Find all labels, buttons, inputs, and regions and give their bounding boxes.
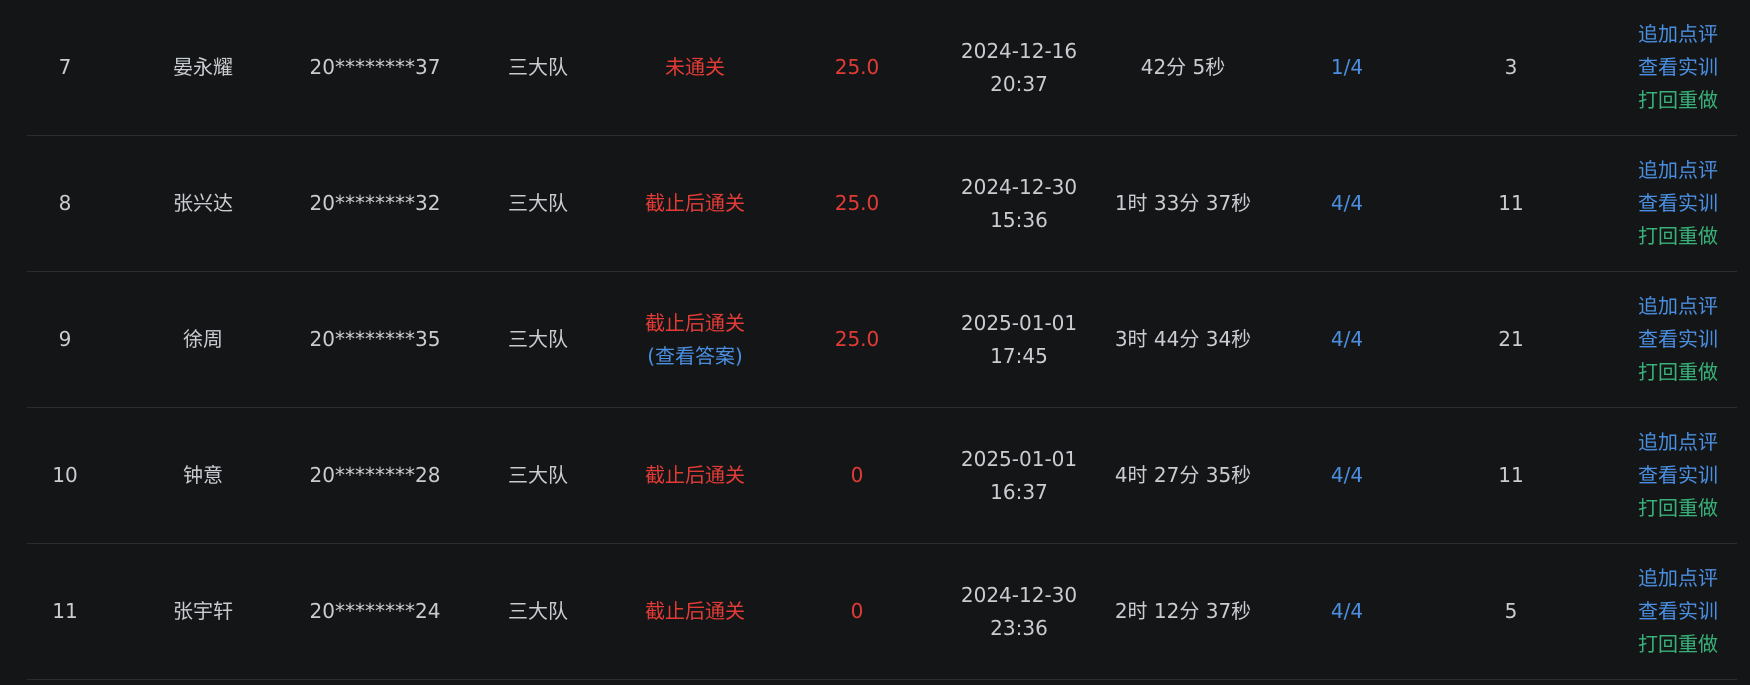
student-id: 20********32 (309, 191, 441, 215)
progress: 1/4 (1330, 55, 1364, 79)
add-comment-link[interactable]: 追加点评 (1638, 426, 1718, 459)
attempt-count: 5 (1504, 599, 1518, 623)
duration: 42分 5秒 (1140, 55, 1226, 79)
status-text: 截止后通关 (645, 599, 745, 623)
submit-time: 2025-01-01 17:45 (937, 272, 1101, 407)
status-cell: 截止后通关 (613, 136, 777, 271)
submit-date: 2024-12-30 (960, 582, 1078, 607)
row-number: 10 (52, 463, 78, 487)
team-name: 三大队 (508, 463, 568, 487)
view-training-link[interactable]: 查看实训 (1638, 595, 1718, 628)
student-name: 钟意 (183, 463, 223, 487)
row-number: 7 (58, 55, 72, 79)
attempt-count: 11 (1498, 191, 1524, 215)
duration: 1时 33分 37秒 (1114, 191, 1252, 215)
view-training-link[interactable]: 查看实训 (1638, 51, 1718, 84)
status-text: 未通关 (665, 55, 725, 79)
redo-link[interactable]: 打回重做 (1638, 628, 1718, 661)
team-name: 三大队 (508, 599, 568, 623)
row-number: 8 (58, 191, 72, 215)
submit-time: 2025-01-01 16:37 (937, 408, 1101, 543)
score: 0 (850, 599, 864, 623)
duration: 4时 27分 35秒 (1114, 463, 1252, 487)
action-group: 追加点评 查看实训 打回重做 (1593, 544, 1750, 679)
row-number: 11 (52, 599, 78, 623)
view-answer-link[interactable]: (查看答案) (647, 340, 743, 373)
table-row: 9 徐周 20********35 三大队 截止后通关 (查看答案) 25.0 … (27, 272, 1737, 408)
submit-clock: 17:45 (990, 343, 1048, 368)
score: 25.0 (834, 191, 880, 215)
submit-date: 2024-12-16 (960, 38, 1078, 63)
submission-table: 7 晏永耀 20********37 三大队 未通关 25.0 2024-12-… (27, 0, 1737, 680)
student-id: 20********24 (309, 599, 441, 623)
status-cell: 截止后通关 (613, 408, 777, 543)
add-comment-link[interactable]: 追加点评 (1638, 18, 1718, 51)
attempt-count: 11 (1498, 463, 1524, 487)
submit-clock: 15:36 (990, 207, 1048, 232)
progress: 4/4 (1330, 463, 1364, 487)
submit-clock: 20:37 (990, 71, 1048, 96)
team-name: 三大队 (508, 191, 568, 215)
duration: 2时 12分 37秒 (1114, 599, 1252, 623)
table-row: 8 张兴达 20********32 三大队 截止后通关 25.0 2024-1… (27, 136, 1737, 272)
status-text: 截止后通关 (645, 310, 745, 335)
attempt-count: 21 (1498, 327, 1524, 351)
student-name: 晏永耀 (173, 55, 233, 79)
score: 0 (850, 463, 864, 487)
add-comment-link[interactable]: 追加点评 (1638, 290, 1718, 323)
action-group: 追加点评 查看实训 打回重做 (1593, 136, 1750, 271)
student-id: 20********37 (309, 55, 441, 79)
submit-time: 2024-12-30 15:36 (937, 136, 1101, 271)
submit-date: 2025-01-01 (960, 310, 1078, 335)
action-group: 追加点评 查看实训 打回重做 (1593, 272, 1750, 407)
attempt-count: 3 (1504, 55, 1518, 79)
view-training-link[interactable]: 查看实训 (1638, 323, 1718, 356)
team-name: 三大队 (508, 327, 568, 351)
redo-link[interactable]: 打回重做 (1638, 220, 1718, 253)
view-training-link[interactable]: 查看实训 (1638, 459, 1718, 492)
team-name: 三大队 (508, 55, 568, 79)
status-cell: 截止后通关 (查看答案) (613, 272, 777, 407)
submit-clock: 23:36 (990, 615, 1048, 640)
action-group: 追加点评 查看实训 打回重做 (1593, 0, 1750, 135)
table-row: 7 晏永耀 20********37 三大队 未通关 25.0 2024-12-… (27, 0, 1737, 136)
submit-time: 2024-12-16 20:37 (937, 0, 1101, 135)
table-row: 11 张宇轩 20********24 三大队 截止后通关 0 2024-12-… (27, 544, 1737, 680)
add-comment-link[interactable]: 追加点评 (1638, 154, 1718, 187)
submit-time: 2024-12-30 23:36 (937, 544, 1101, 679)
progress: 4/4 (1330, 599, 1364, 623)
score: 25.0 (834, 55, 880, 79)
submit-date: 2025-01-01 (960, 446, 1078, 471)
submit-clock: 16:37 (990, 479, 1048, 504)
status-cell: 截止后通关 (613, 544, 777, 679)
add-comment-link[interactable]: 追加点评 (1638, 562, 1718, 595)
status-text: 截止后通关 (645, 191, 745, 215)
redo-link[interactable]: 打回重做 (1638, 84, 1718, 117)
redo-link[interactable]: 打回重做 (1638, 492, 1718, 525)
table-row: 10 钟意 20********28 三大队 截止后通关 0 2025-01-0… (27, 408, 1737, 544)
duration: 3时 44分 34秒 (1114, 327, 1252, 351)
row-number: 9 (58, 327, 72, 351)
student-id: 20********28 (309, 463, 441, 487)
progress: 4/4 (1330, 191, 1364, 215)
status-text: 截止后通关 (645, 463, 745, 487)
student-name: 徐周 (183, 327, 223, 351)
student-name: 张兴达 (173, 191, 233, 215)
score: 25.0 (834, 327, 880, 351)
student-id: 20********35 (309, 327, 441, 351)
action-group: 追加点评 查看实训 打回重做 (1593, 408, 1750, 543)
progress: 4/4 (1330, 327, 1364, 351)
student-name: 张宇轩 (173, 599, 233, 623)
status-cell: 未通关 (613, 0, 777, 135)
redo-link[interactable]: 打回重做 (1638, 356, 1718, 389)
submit-date: 2024-12-30 (960, 174, 1078, 199)
view-training-link[interactable]: 查看实训 (1638, 187, 1718, 220)
